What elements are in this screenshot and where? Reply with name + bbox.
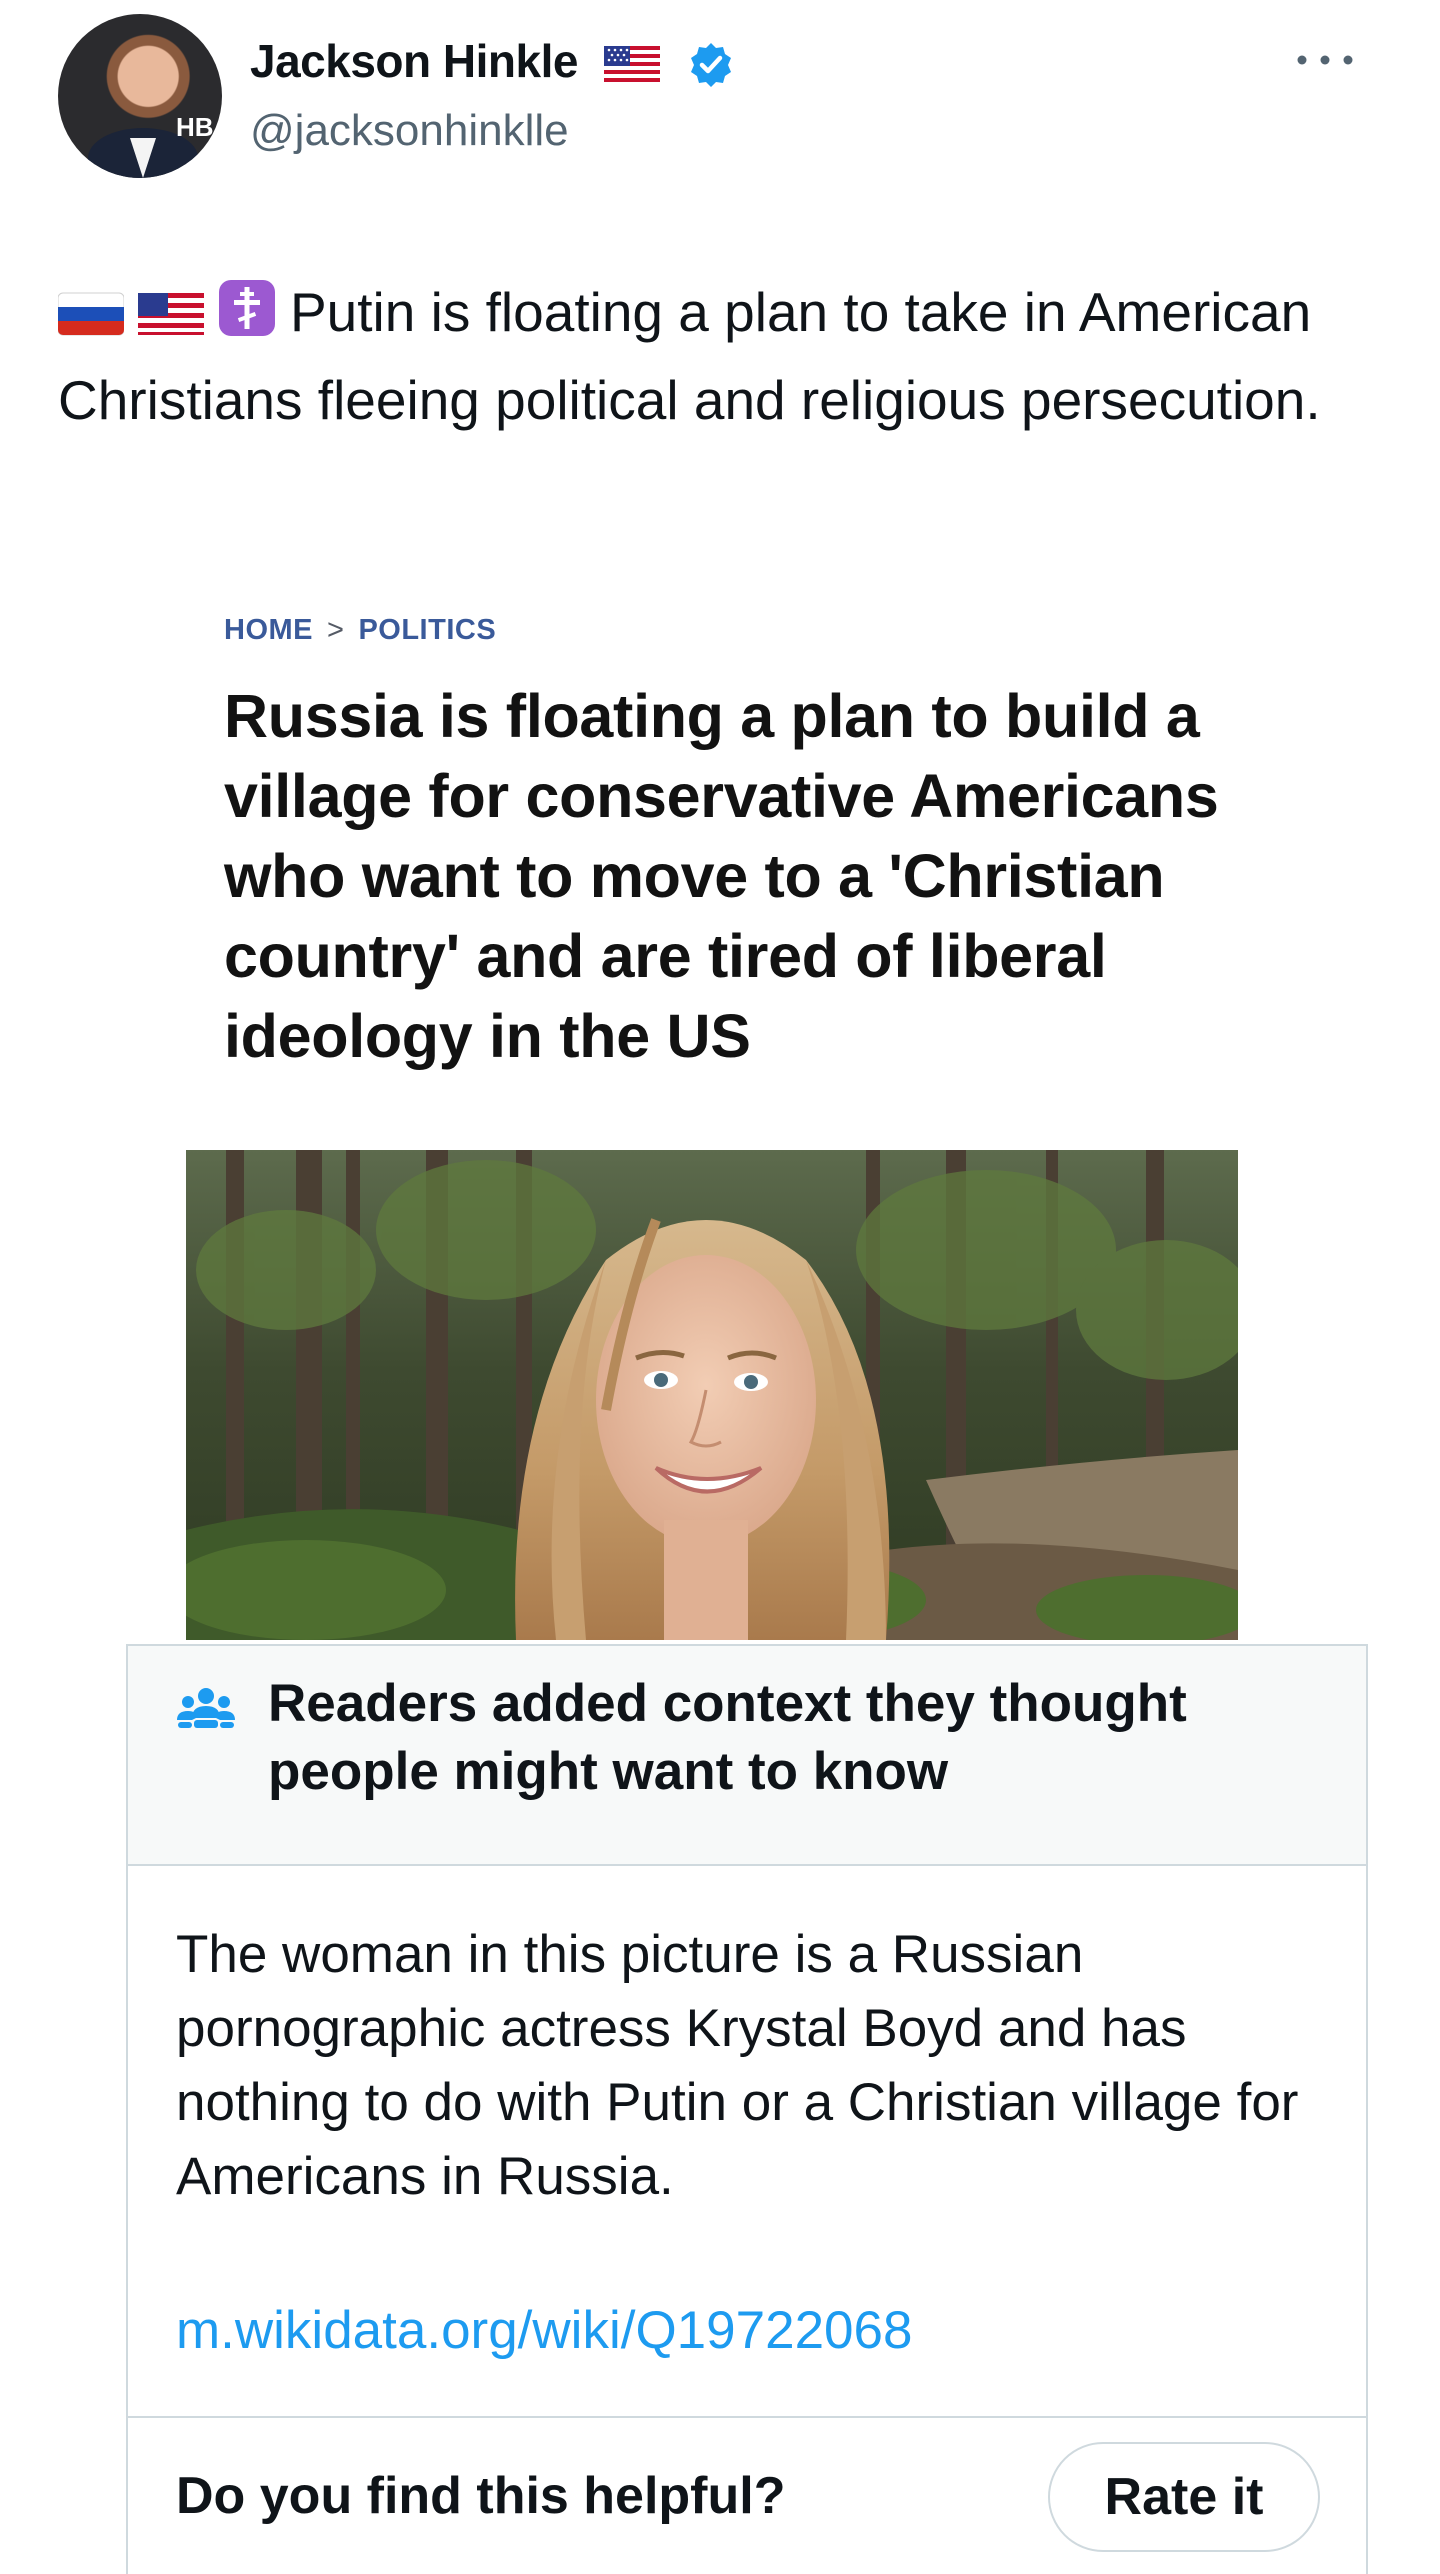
russia-flag-icon xyxy=(58,292,124,336)
tweet-header: HB Jackson Hinkle @jacksonhinklle xyxy=(0,0,1440,200)
author-handle[interactable]: @jacksonhinklle xyxy=(250,106,569,156)
author-name-row: Jackson Hinkle xyxy=(250,34,735,89)
community-note: Readers added context they thought peopl… xyxy=(126,1644,1368,2574)
breadcrumb: HOME > POLITICS xyxy=(224,614,496,647)
community-note-header: Readers added context they thought peopl… xyxy=(128,1646,1366,1866)
breadcrumb-separator: > xyxy=(327,614,345,646)
photo-woman-in-forest xyxy=(186,1150,1238,1640)
article-screenshot[interactable]: HOME > POLITICS Russia is floating a plan … xyxy=(186,590,1238,1650)
community-note-body: The woman in this picture is a Russian p… xyxy=(176,1925,1299,2206)
author-display-name[interactable]: Jackson Hinkle xyxy=(250,35,578,87)
article-headline: Russia is floating a plan to build a vil… xyxy=(224,682,1219,1070)
helpful-prompt: Do you find this helpful? xyxy=(176,2467,786,2525)
breadcrumb-home: HOME xyxy=(224,614,313,646)
us-flag-icon xyxy=(604,45,661,84)
avatar[interactable]: HB xyxy=(58,14,222,178)
divider xyxy=(128,2416,1366,2418)
tweet-text: Putin is floating a plan to take in Amer… xyxy=(58,268,1398,444)
community-note-link[interactable]: m.wikidata.org/wiki/Q19722068 xyxy=(176,2300,913,2361)
us-flag-icon xyxy=(138,293,204,335)
breadcrumb-politics: POLITICS xyxy=(358,614,497,646)
people-icon xyxy=(177,1688,235,1728)
more-horizontal-icon[interactable] xyxy=(1290,48,1360,72)
orthodox-cross-icon xyxy=(219,280,275,336)
rate-it-button[interactable]: Rate it xyxy=(1048,2442,1320,2552)
community-note-title: Readers added context they thought peopl… xyxy=(268,1674,1187,1801)
avatar-badge-text: HB xyxy=(176,112,214,142)
verified-badge-icon[interactable] xyxy=(687,41,735,89)
